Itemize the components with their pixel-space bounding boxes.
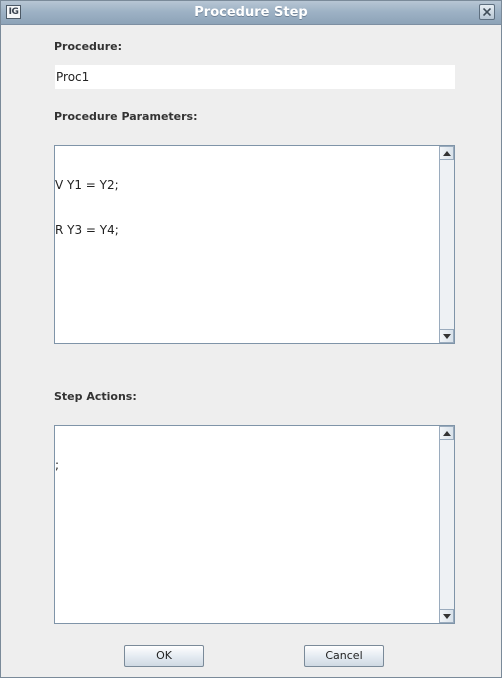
- parameters-vertical-scrollbar[interactable]: [439, 146, 454, 343]
- procedure-input[interactable]: [55, 65, 455, 89]
- step-actions-scroll-up-button[interactable]: [440, 426, 454, 440]
- procedure-step-dialog: IG Procedure Step Procedure: Procedure P…: [0, 0, 502, 678]
- step-actions-vertical-scrollbar[interactable]: [439, 426, 454, 623]
- window-title: Procedure Step: [194, 5, 308, 20]
- step-action-line: ;: [55, 458, 60, 472]
- step-actions-label: Step Actions:: [54, 390, 137, 403]
- step-actions-scroll-down-button[interactable]: [440, 609, 454, 623]
- close-icon: [483, 8, 491, 16]
- procedure-parameters-scroll-pane: V Y1 = Y2; R Y3 = Y4;: [54, 145, 455, 344]
- ok-button[interactable]: OK: [124, 645, 204, 667]
- parameter-line: R Y3 = Y4;: [55, 223, 119, 237]
- cancel-button[interactable]: Cancel: [304, 645, 384, 667]
- step-actions-textarea[interactable]: ;: [55, 426, 439, 623]
- title-bar[interactable]: IG Procedure Step: [1, 1, 501, 25]
- parameters-scroll-down-button[interactable]: [440, 329, 454, 343]
- procedure-label: Procedure:: [54, 40, 123, 53]
- scroll-down-arrow-icon: [443, 334, 451, 339]
- scroll-up-arrow-icon: [443, 431, 451, 436]
- step-actions-scroll-pane: ;: [54, 425, 455, 624]
- procedure-parameters-label: Procedure Parameters:: [54, 110, 198, 123]
- parameters-scroll-track[interactable]: [440, 160, 454, 329]
- parameter-line: V Y1 = Y2;: [55, 178, 119, 192]
- step-actions-scroll-track[interactable]: [440, 440, 454, 609]
- scroll-up-arrow-icon: [443, 151, 451, 156]
- scroll-down-arrow-icon: [443, 614, 451, 619]
- parameters-scroll-up-button[interactable]: [440, 146, 454, 160]
- procedure-parameters-textarea[interactable]: V Y1 = Y2; R Y3 = Y4;: [55, 146, 439, 343]
- close-button[interactable]: [479, 4, 495, 20]
